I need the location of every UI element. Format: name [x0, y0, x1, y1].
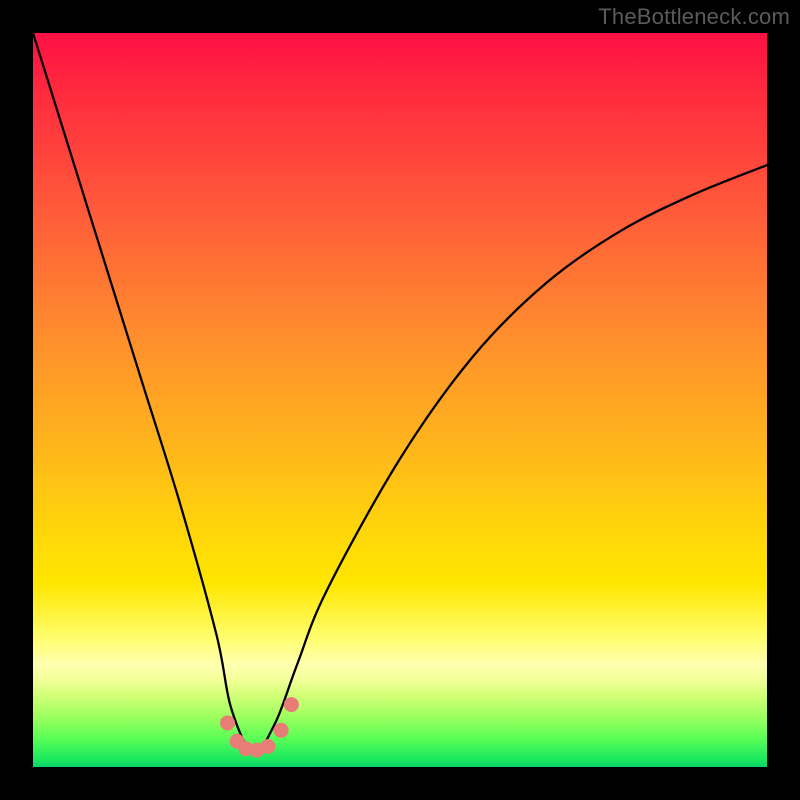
watermark-text: TheBottleneck.com: [598, 4, 790, 30]
chart-frame: TheBottleneck.com: [0, 0, 800, 800]
valley-marker: [274, 723, 289, 738]
plot-area: [33, 33, 767, 767]
valley-marker: [284, 697, 299, 712]
valley-marker: [220, 715, 235, 730]
bottleneck-curve: [33, 33, 767, 753]
curve-svg: [33, 33, 767, 767]
valley-marker: [260, 739, 275, 754]
valley-marker-cluster: [220, 697, 299, 758]
